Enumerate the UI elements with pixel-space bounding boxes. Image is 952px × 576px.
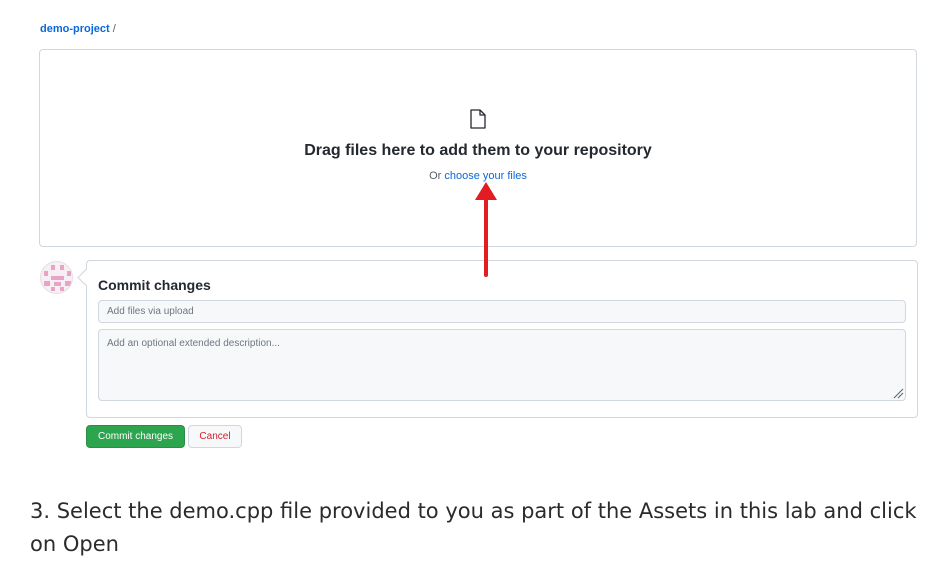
- cancel-button[interactable]: Cancel: [188, 425, 242, 448]
- file-icon: [470, 109, 486, 129]
- commit-description-input[interactable]: [98, 329, 906, 401]
- dropzone-prefix: Or: [429, 170, 442, 182]
- breadcrumb-separator: /: [112, 23, 116, 35]
- red-arrow-icon: [475, 182, 497, 277]
- commit-title: Commit changes: [98, 277, 211, 293]
- commit-changes-button[interactable]: Commit changes: [86, 425, 185, 448]
- repo-link[interactable]: demo-project: [40, 23, 110, 35]
- identicon: [44, 265, 71, 291]
- commit-summary-input[interactable]: [98, 300, 906, 323]
- instruction-text: 3. Select the demo.cpp file provided to …: [30, 499, 917, 556]
- breadcrumb: demo-project /: [40, 22, 116, 36]
- dropzone-title: Drag files here to add them to your repo…: [304, 142, 652, 159]
- avatar: [40, 261, 73, 294]
- resize-grip-icon[interactable]: [893, 388, 904, 399]
